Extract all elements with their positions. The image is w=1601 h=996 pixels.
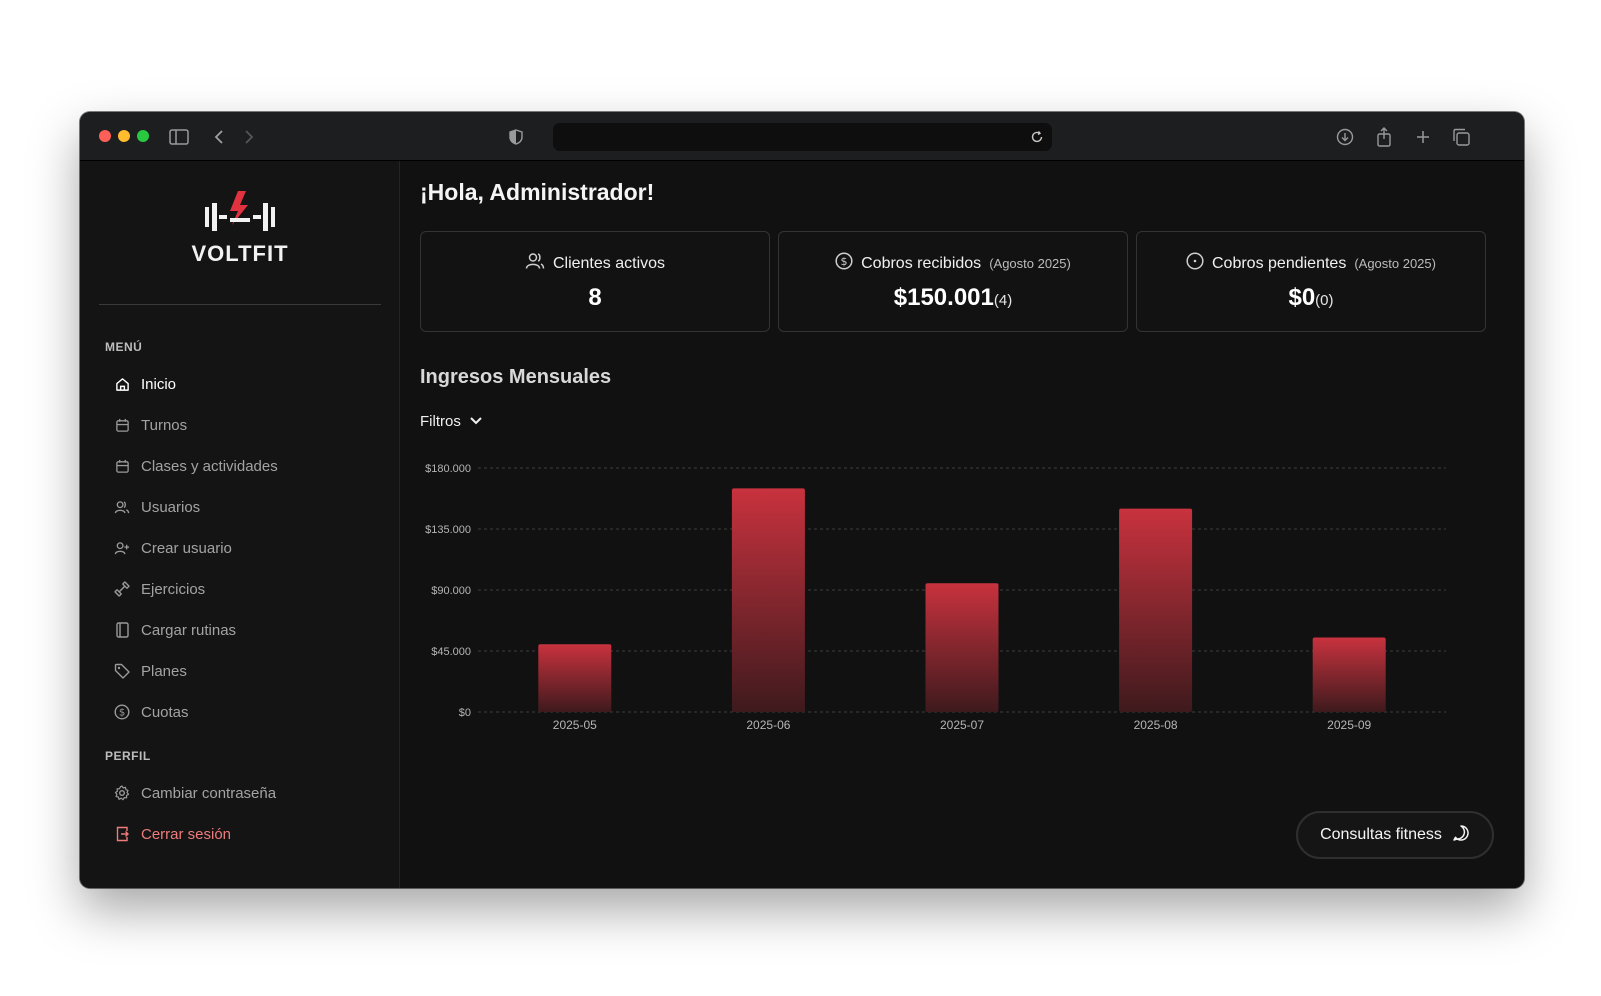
- voltfit-logo[interactable]: VOLTFIT: [190, 189, 290, 269]
- monthly-income-chart: $0 $45.000 $90.000 $135.000 $180.000 2025-05 2…: [425, 463, 1446, 732]
- sidebar: VOLTFIT MENÚ Inicio Turnos Clases y acti…: [80, 161, 400, 888]
- chart-x-tick-label: 2025-07: [940, 718, 984, 732]
- svg-text:$: $: [841, 255, 848, 268]
- sidebar-item-turnos[interactable]: Turnos: [114, 411, 187, 439]
- filters-toggle[interactable]: Filtros: [420, 413, 483, 430]
- menu-section-label: MENÚ: [105, 340, 143, 354]
- chart-x-tick-label: 2025-08: [1134, 718, 1178, 732]
- new-tab-icon[interactable]: [1412, 126, 1434, 148]
- dollar-circle-icon: $: [114, 704, 130, 720]
- forward-icon[interactable]: [238, 126, 260, 148]
- chart-x-tick-label: 2025-06: [746, 718, 790, 732]
- stat-card-cobros-pendientes: Cobros pendientes (Agosto 2025) $0(0): [1136, 231, 1486, 332]
- dollar-circle-icon: $: [835, 252, 853, 275]
- sidebar-item-usuarios[interactable]: Usuarios: [114, 493, 200, 521]
- sidebar-item-label: Cargar rutinas: [141, 621, 237, 639]
- card-period: (Agosto 2025): [1354, 256, 1436, 271]
- sidebar-item-label: Cuotas: [141, 703, 189, 721]
- stat-card-clientes-activos: Clientes activos 8: [420, 231, 770, 332]
- card-title: Clientes activos: [552, 254, 666, 272]
- sidebar-item-cerrar-sesion[interactable]: Cerrar sesión: [114, 820, 231, 848]
- sidebar-item-cargar-rutinas[interactable]: Cargar rutinas: [114, 616, 236, 644]
- sidebar-item-crear-usuario[interactable]: Crear usuario: [114, 534, 232, 562]
- chart-y-tick-label: $180.000: [425, 463, 471, 475]
- page-title: ¡Hola, Administrador!: [420, 179, 655, 205]
- sidebar-item-cuotas[interactable]: $ Cuotas: [114, 698, 189, 726]
- shield-icon[interactable]: [505, 126, 527, 148]
- sidebar-item-label: Cerrar sesión: [141, 825, 232, 843]
- maximize-window-button[interactable]: [137, 130, 149, 142]
- sidebar-item-label: Planes: [141, 662, 187, 680]
- address-bar[interactable]: [553, 123, 1052, 151]
- svg-text:$: $: [119, 708, 125, 719]
- sidebar-item-label: Crear usuario: [141, 539, 232, 557]
- chart-bar[interactable]: [925, 583, 999, 712]
- notebook-icon: [114, 622, 130, 638]
- chart-bar[interactable]: [538, 644, 612, 712]
- card-value: $150.001: [893, 284, 994, 311]
- chart-y-tick-label: $135.000: [425, 524, 471, 536]
- chart-bar[interactable]: [1119, 508, 1193, 712]
- sidebar-item-label: Turnos: [141, 416, 188, 434]
- logo-mark-icon: [205, 191, 275, 231]
- chevron-down-icon: [469, 413, 483, 430]
- chart-y-tick-label: $45.000: [431, 646, 471, 658]
- logout-icon: [114, 826, 130, 842]
- back-icon[interactable]: [208, 126, 230, 148]
- browser-toolbar: [80, 112, 1524, 161]
- calendar-icon: [114, 458, 130, 474]
- users-icon: [525, 252, 545, 275]
- chart-title: Ingresos Mensuales: [420, 366, 612, 388]
- tabs-overview-icon[interactable]: [1450, 126, 1472, 148]
- share-icon[interactable]: [1373, 126, 1395, 148]
- dumbbell-icon: [114, 581, 130, 597]
- chart-bar[interactable]: [731, 488, 805, 712]
- sidebar-item-clases[interactable]: Clases y actividades: [114, 452, 278, 480]
- card-title: Cobros pendientes: [1212, 254, 1347, 272]
- chart-x-tick-label: 2025-09: [1327, 718, 1371, 732]
- tag-icon: [114, 663, 130, 679]
- card-count: (0): [1315, 292, 1334, 309]
- calendar-icon: [114, 417, 130, 433]
- card-period: (Agosto 2025): [989, 256, 1071, 271]
- sidebar-item-planes[interactable]: Planes: [114, 657, 187, 685]
- sidebar-item-cambiar-contrasena[interactable]: Cambiar contraseña: [114, 779, 276, 807]
- reload-icon[interactable]: [1028, 128, 1046, 146]
- home-icon: [114, 376, 130, 392]
- stat-card-cobros-recibidos: $ Cobros recibidos (Agosto 2025) $150.00…: [778, 231, 1128, 332]
- card-title: Cobros recibidos: [861, 254, 982, 272]
- sidebar-item-label: Clases y actividades: [141, 457, 278, 475]
- sidebar-divider: [99, 304, 381, 305]
- sidebar-item-label: Ejercicios: [141, 580, 206, 598]
- card-count: (4): [993, 292, 1013, 309]
- chart-y-tick-label: $0: [459, 707, 471, 719]
- clock-icon: [1186, 252, 1204, 275]
- profile-section-label: PERFIL: [105, 749, 151, 763]
- sidebar-item-label: Usuarios: [141, 498, 201, 516]
- chat-bubble-icon: [1452, 824, 1470, 847]
- logo-text: VOLTFIT: [191, 241, 289, 266]
- users-icon: [114, 499, 130, 515]
- card-value: 8: [588, 284, 602, 311]
- close-window-button[interactable]: [99, 130, 111, 142]
- chart-y-tick-label: $90.000: [431, 585, 471, 597]
- browser-window: VOLTFIT MENÚ Inicio Turnos Clases y acti…: [80, 112, 1524, 888]
- chart-x-tick-label: 2025-05: [553, 718, 597, 732]
- sidebar-item-label: Cambiar contraseña: [141, 784, 277, 802]
- sidebar-item-label: Inicio: [141, 375, 177, 393]
- sidebar-item-ejercicios[interactable]: Ejercicios: [114, 575, 205, 603]
- filters-label: Filtros: [420, 413, 461, 430]
- card-value: $0: [1288, 284, 1316, 311]
- fitness-chat-button[interactable]: Consultas fitness: [1296, 811, 1494, 859]
- gear-icon: [114, 785, 130, 801]
- sidebar-toggle-icon[interactable]: [168, 126, 190, 148]
- user-plus-icon: [114, 540, 130, 556]
- download-icon[interactable]: [1334, 126, 1356, 148]
- fitness-chat-label: Consultas fitness: [1320, 826, 1442, 843]
- chart-bar[interactable]: [1312, 637, 1386, 712]
- minimize-window-button[interactable]: [118, 130, 130, 142]
- main-content: ¡Hola, Administrador! Clientes activos 8…: [400, 161, 1524, 888]
- sidebar-item-inicio[interactable]: Inicio: [114, 370, 176, 398]
